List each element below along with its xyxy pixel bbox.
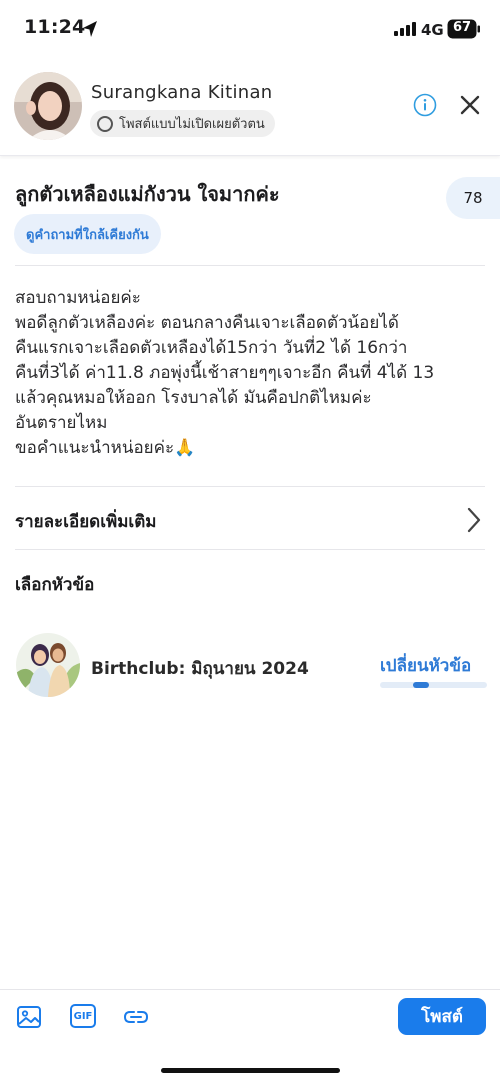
- composer-toolbar: GIF โพสต์: [0, 989, 500, 1082]
- change-topic-button[interactable]: เปลี่ยนหัวข้อ: [380, 652, 471, 679]
- post-body-line: ขอคำแนะนำหน่อยค่ะ🙏: [15, 438, 196, 458]
- more-details-label: รายละเอียดเพิ่มเติม: [15, 512, 157, 532]
- post-body-line: สอบถามหน่อยค่ะ: [15, 288, 141, 308]
- status-bar: 11:24 4G 67: [0, 0, 500, 60]
- topic-name: Birthclub: มิถุนายน 2024: [91, 659, 309, 679]
- user-name: Surangkana Kitinan: [91, 82, 273, 103]
- anonymous-post-toggle[interactable]: โพสต์แบบไม่เปิดเผยตัวตน: [90, 110, 275, 137]
- location-arrow-icon: [83, 21, 97, 37]
- character-count-badge: 78: [446, 177, 500, 219]
- battery-icon: 67: [447, 19, 481, 39]
- chevron-right-icon: [467, 507, 481, 533]
- post-body-line: คืนที่3ได้ ค่า11.8 ภอพุ่งนี้เช้าสายๆๆเจา…: [15, 363, 435, 383]
- post-button[interactable]: โพสต์: [398, 998, 486, 1035]
- gif-icon[interactable]: GIF: [70, 1004, 96, 1028]
- post-body-line: แล้วคุณหมอให้ออก โรงบาลได้ มันคือปกติไหม…: [15, 388, 372, 408]
- topic-avatar: [16, 633, 80, 697]
- post-title-field[interactable]: ลูกตัวเหลืองแม่กังวน ใจมากค่ะ: [15, 178, 280, 210]
- topic-progress-track: [380, 682, 487, 688]
- battery-level: 67: [452, 20, 472, 35]
- status-time: 11:24: [24, 16, 86, 38]
- anonymous-post-label: โพสต์แบบไม่เปิดเผยตัวตน: [119, 117, 265, 132]
- home-indicator: [161, 1068, 340, 1073]
- more-details-row[interactable]: รายละเอียดเพิ่มเติม: [0, 490, 500, 548]
- image-icon[interactable]: [16, 1004, 42, 1030]
- post-body-field[interactable]: สอบถามหน่อยค่ะ พอดีลูกตัวเหลืองค่ะ ตอนกล…: [15, 286, 490, 461]
- info-icon[interactable]: [413, 93, 437, 117]
- topic-row: Birthclub: มิถุนายน 2024 เปลี่ยนหัวข้อ: [0, 628, 500, 704]
- radio-unchecked-icon: [97, 115, 113, 132]
- post-title[interactable]: ลูกตัวเหลืองแม่กังวน ใจมากค่ะ: [15, 182, 280, 206]
- topic-heading: เลือกหัวข้อ: [15, 575, 95, 595]
- gif-label: GIF: [73, 1010, 93, 1022]
- composer-header: Surangkana Kitinan โพสต์แบบไม่เปิดเผยตัว…: [0, 60, 500, 156]
- post-body-line: พอดีลูกตัวเหลืองค่ะ ตอนกลางคืนเจาะเลือดต…: [15, 313, 399, 333]
- divider: [15, 486, 485, 487]
- user-avatar: [14, 72, 82, 140]
- similar-questions-button[interactable]: ดูคำถามที่ใกล้เคียงกัน: [14, 214, 161, 254]
- post-body-line: คืนแรกเจาะเลือดตัวเหลืองได้15กว่า วันที่…: [15, 338, 408, 358]
- link-icon[interactable]: [123, 1004, 149, 1030]
- network-label: 4G: [421, 21, 444, 39]
- divider: [15, 265, 485, 266]
- topic-progress-fill: [413, 682, 429, 688]
- cellular-signal-icon: [394, 22, 416, 36]
- divider: [15, 549, 485, 550]
- post-body-line: อันตรายไหม: [15, 413, 108, 433]
- close-icon[interactable]: [459, 94, 481, 116]
